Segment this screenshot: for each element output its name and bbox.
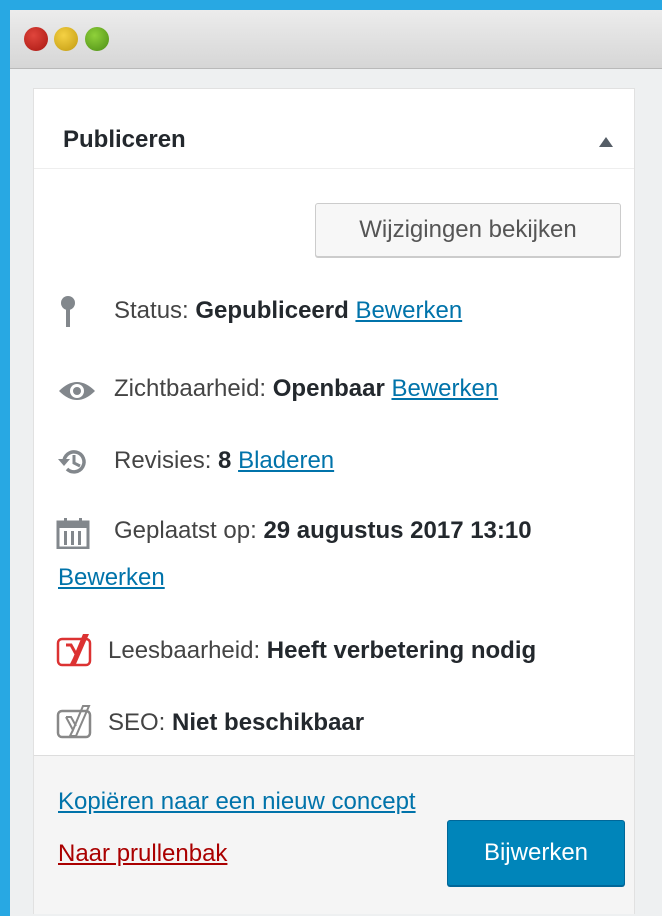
preview-changes-button[interactable]: Wijzigingen bekijken	[315, 203, 621, 257]
visibility-row: Zichtbaarheid: Openbaar Bewerken	[34, 373, 634, 407]
seo-row: SEO: Niet beschikbaar	[34, 703, 634, 743]
status-text: Status: Gepubliceerd Bewerken	[114, 297, 462, 325]
revisions-count: 8	[218, 447, 232, 474]
triangle-up-icon[interactable]	[599, 137, 613, 147]
visibility-label: Zichtbaarheid:	[114, 375, 267, 402]
edit-status-link[interactable]: Bewerken	[355, 297, 462, 324]
metabox-footer: Kopiëren naar een nieuw concept Naar pru…	[34, 755, 634, 914]
published-date-text: Geplaatst op: 29 augustus 2017 13:10	[114, 517, 532, 545]
yoast-seo-icon	[56, 705, 92, 739]
calendar-icon	[56, 518, 90, 549]
revisions-row: Revisies: 8 Bladeren	[34, 445, 634, 479]
revisions-text: Revisies: 8 Bladeren	[114, 447, 334, 475]
edit-visibility-link[interactable]: Bewerken	[391, 375, 498, 402]
browse-revisions-link[interactable]: Bladeren	[238, 447, 334, 474]
metabox-title: Publiceren	[63, 126, 186, 153]
seo-text: SEO: Niet beschikbaar	[108, 709, 364, 737]
readability-row: Leesbaarheid: Heeft verbetering nodig	[34, 631, 634, 671]
status-row: Status: Gepubliceerd Bewerken	[34, 295, 634, 329]
close-window-button[interactable]	[24, 27, 48, 51]
publish-metabox: Publiceren Wijzigingen bekijken Status: …	[33, 88, 635, 914]
maximize-window-button[interactable]	[85, 27, 109, 51]
history-icon	[58, 450, 86, 474]
readability-value: Heeft verbetering nodig	[266, 637, 537, 664]
published-date-row: Geplaatst op: 29 augustus 2017 13:10 Bew…	[34, 515, 634, 597]
published-value: 29 augustus 2017 13:10	[263, 517, 532, 544]
pin-icon	[61, 296, 75, 327]
visibility-text: Zichtbaarheid: Openbaar Bewerken	[114, 375, 498, 403]
readability-label: Leesbaarheid:	[108, 637, 261, 664]
status-label: Status:	[114, 297, 189, 324]
visibility-value: Openbaar	[272, 375, 385, 402]
update-button[interactable]: Bijwerken	[447, 820, 625, 886]
seo-value: Niet beschikbaar	[172, 709, 365, 736]
metabox-header[interactable]: Publiceren	[34, 89, 634, 169]
status-value: Gepubliceerd	[195, 297, 349, 324]
eye-icon	[59, 382, 95, 400]
published-label: Geplaatst op:	[114, 517, 257, 544]
edit-published-date-link[interactable]: Bewerken	[58, 564, 165, 592]
seo-label: SEO:	[108, 709, 166, 736]
revisions-label: Revisies:	[114, 447, 212, 474]
move-to-trash-link[interactable]: Naar prullenbak	[58, 840, 227, 868]
readability-text: Leesbaarheid: Heeft verbetering nodig	[108, 637, 536, 665]
copy-to-new-draft-link[interactable]: Kopiëren naar een nieuw concept	[58, 788, 416, 816]
window-titlebar	[10, 10, 662, 69]
minimize-window-button[interactable]	[54, 27, 78, 51]
yoast-readability-icon	[56, 634, 92, 667]
app-window: Publiceren Wijzigingen bekijken Status: …	[10, 10, 662, 916]
